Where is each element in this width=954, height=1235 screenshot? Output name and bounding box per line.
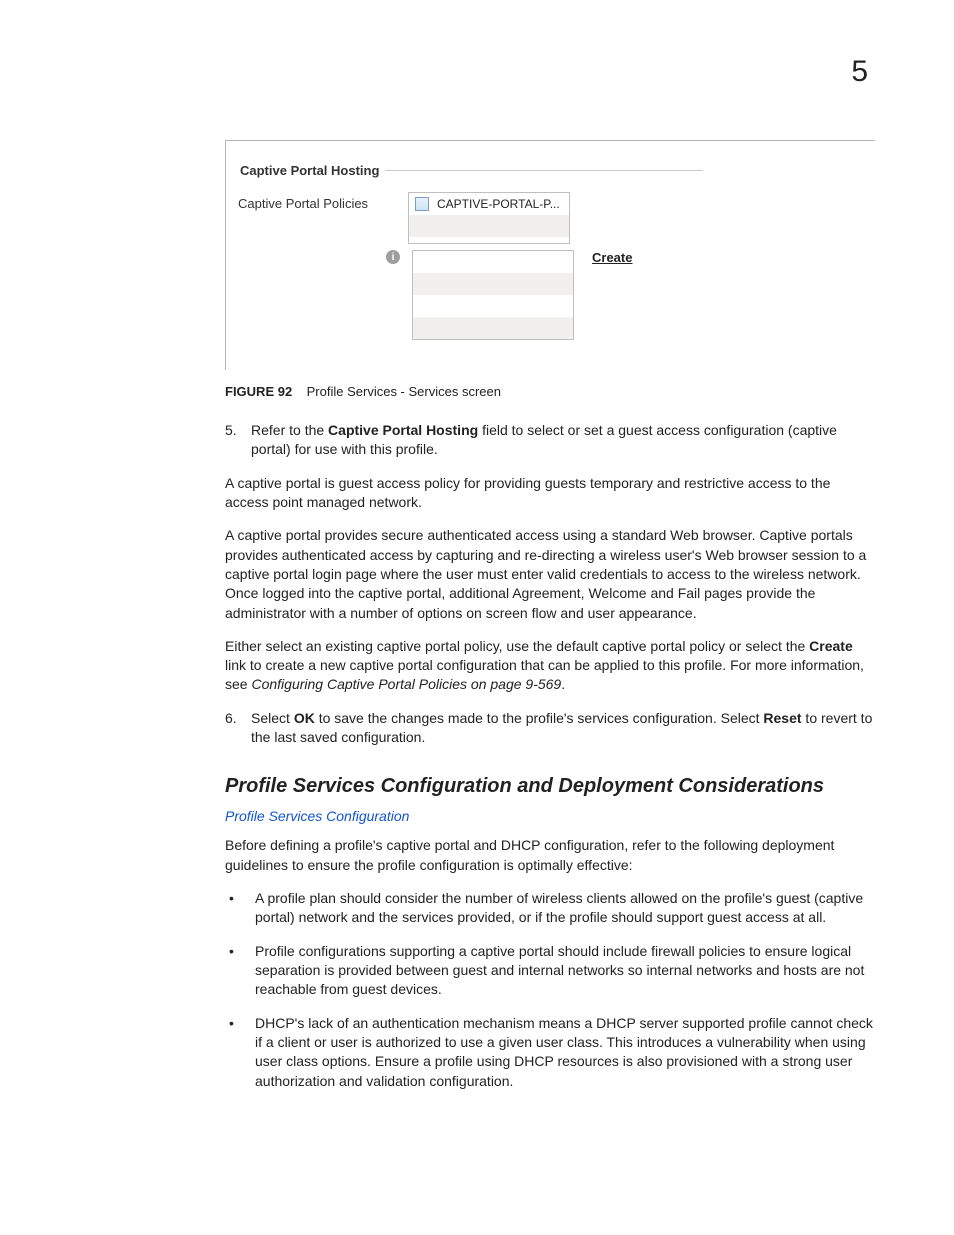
bullet-icon: •: [225, 942, 255, 1000]
bullet-item: • A profile plan should consider the num…: [225, 889, 875, 928]
profile-services-configuration-link[interactable]: Profile Services Configuration: [225, 808, 875, 824]
captive-portal-hosting-group: Captive Portal Hosting Captive Portal Po…: [238, 163, 703, 340]
step-6: 6. Select OK to save the changes made to…: [225, 709, 875, 748]
step-number: 6.: [225, 709, 251, 748]
captive-portal-policies-list-secondary[interactable]: [412, 250, 574, 340]
paragraph: Either select an existing captive portal…: [225, 637, 875, 695]
section-heading: Profile Services Configuration and Deplo…: [225, 775, 875, 798]
paragraph: A captive portal provides secure authent…: [225, 526, 875, 623]
captive-portal-policies-label: Captive Portal Policies: [238, 192, 408, 211]
bullet-text: A profile plan should consider the numbe…: [255, 889, 875, 928]
list-item[interactable]: [413, 251, 573, 273]
list-item[interactable]: CAPTIVE-PORTAL-P...: [409, 193, 569, 215]
list-item[interactable]: [413, 317, 573, 339]
paragraph: Before defining a profile's captive port…: [225, 836, 875, 875]
captive-portal-policies-list[interactable]: CAPTIVE-PORTAL-P...: [408, 192, 570, 244]
page-number: 5: [851, 55, 868, 89]
list-item[interactable]: [413, 273, 573, 295]
checkbox-icon[interactable]: [415, 197, 429, 211]
step-text: Refer to the Captive Portal Hosting fiel…: [251, 421, 875, 460]
figure-caption-text: Profile Services - Services screen: [307, 384, 501, 399]
content-area: Captive Portal Hosting Captive Portal Po…: [225, 140, 875, 1091]
create-link[interactable]: Create: [592, 250, 632, 265]
bullet-icon: •: [225, 889, 255, 928]
document-page: 5 Captive Portal Hosting Captive Portal …: [0, 0, 954, 1235]
bold-text: Reset: [763, 710, 801, 726]
step-number: 5.: [225, 421, 251, 460]
bold-text: Create: [809, 638, 853, 654]
info-icon[interactable]: i: [386, 250, 400, 264]
fieldset-legend: Captive Portal Hosting: [238, 163, 385, 178]
figure-caption: FIGURE 92 Profile Services - Services sc…: [225, 384, 875, 399]
figure-screenshot: Captive Portal Hosting Captive Portal Po…: [225, 140, 875, 370]
list-item[interactable]: [409, 215, 569, 237]
bullet-item: • Profile configurations supporting a ca…: [225, 942, 875, 1000]
italic-reference: Configuring Captive Portal Policies on p…: [251, 676, 561, 692]
list-item[interactable]: [413, 295, 573, 317]
step-5: 5. Refer to the Captive Portal Hosting f…: [225, 421, 875, 460]
bold-text: OK: [294, 710, 315, 726]
bullet-text: DHCP's lack of an authentication mechani…: [255, 1014, 875, 1091]
paragraph: A captive portal is guest access policy …: [225, 474, 875, 513]
bullet-item: • DHCP's lack of an authentication mecha…: [225, 1014, 875, 1091]
list-spacer: [409, 237, 569, 243]
bullet-icon: •: [225, 1014, 255, 1091]
figure-number: FIGURE 92: [225, 384, 292, 399]
bold-text: Captive Portal Hosting: [328, 422, 478, 438]
step-text: Select OK to save the changes made to th…: [251, 709, 875, 748]
bullet-text: Profile configurations supporting a capt…: [255, 942, 875, 1000]
list-item-label: CAPTIVE-PORTAL-P...: [437, 197, 560, 211]
